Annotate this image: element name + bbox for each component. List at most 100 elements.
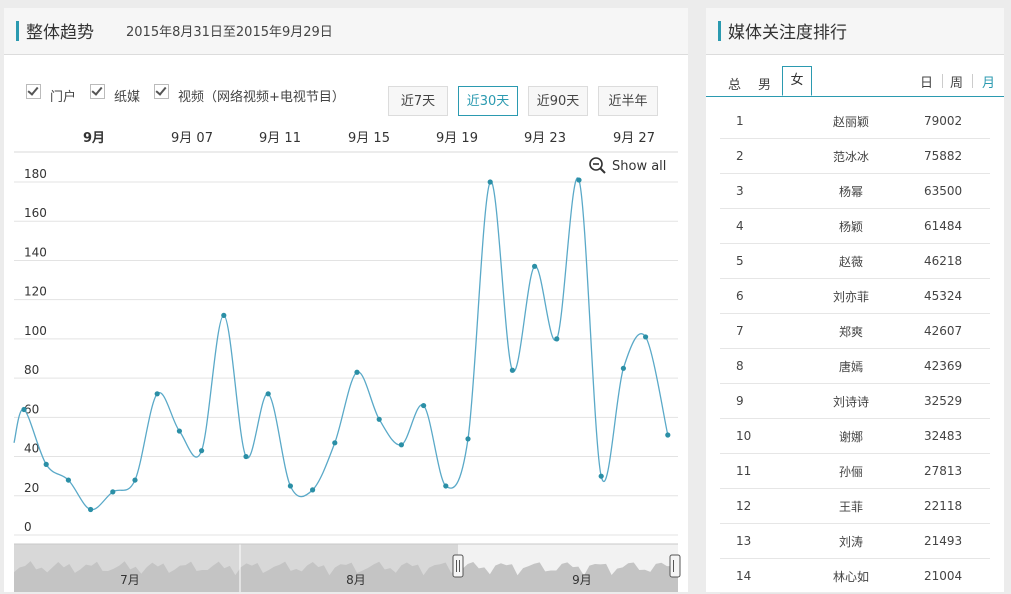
data-point <box>376 416 382 422</box>
data-point <box>310 487 316 493</box>
data-point <box>332 440 338 446</box>
table-row[interactable]: 7 郑爽 42607 <box>720 313 990 349</box>
data-point <box>132 477 138 483</box>
score-cell: 27813 <box>906 453 990 489</box>
y-tick-label: 120 <box>24 285 47 299</box>
ranking-panel: 媒体关注度排行 总 男 女 日 周 月 1 赵丽颖 79002 2 范冰冰 75882 … <box>706 8 1004 594</box>
table-row[interactable]: 3 杨幂 63500 <box>720 173 990 209</box>
score-cell: 63500 <box>906 173 990 209</box>
navigator-handle-left[interactable] <box>452 554 464 578</box>
tab-week[interactable]: 周 <box>950 72 963 91</box>
y-tick-label: 160 <box>24 206 47 220</box>
x-tick-label: 9月 11 <box>259 131 301 146</box>
series-layer <box>13 177 671 513</box>
data-point <box>421 402 427 409</box>
score-cell: 32529 <box>906 383 990 419</box>
data-point <box>576 177 582 183</box>
data-point <box>65 477 71 483</box>
rank-cell: 10 <box>720 418 796 454</box>
score-cell: 79002 <box>906 104 990 139</box>
table-row[interactable]: 1 赵丽颖 79002 <box>720 104 990 139</box>
table-row[interactable]: 11 孙俪 27813 <box>720 453 990 489</box>
rank-cell: 1 <box>720 104 796 139</box>
data-point <box>221 312 227 318</box>
ranking-table: 1 赵丽颖 79002 2 范冰冰 75882 3 杨幂 63500 4 杨颖 61484 5赵… <box>720 104 990 594</box>
data-point <box>265 391 271 397</box>
score-cell: 42607 <box>906 313 990 349</box>
data-point <box>465 436 471 442</box>
ranking-accent-bar <box>718 21 721 41</box>
rank-cell: 6 <box>720 278 796 314</box>
name-cell: 刘诗诗 <box>796 383 906 419</box>
table-row[interactable]: 5 赵薇 46218 <box>720 243 990 279</box>
table-row[interactable]: 10 谢娜 32483 <box>720 418 990 454</box>
table-row[interactable]: 6 刘亦菲 45324 <box>720 278 990 314</box>
name-cell: 杨幂 <box>796 173 906 209</box>
table-row[interactable]: 12 王菲 22118 <box>720 488 990 524</box>
show-all-button[interactable]: Show all <box>589 157 666 174</box>
table-row[interactable]: 2 范冰冰 75882 <box>720 138 990 174</box>
range-navigator[interactable]: 7月 8月 9月 <box>14 543 681 592</box>
x-tick-label: 9月 19 <box>436 131 478 146</box>
data-point <box>287 483 293 489</box>
name-cell: 林心如 <box>796 558 906 594</box>
data-point <box>554 336 560 342</box>
name-cell: 刘涛 <box>796 523 906 559</box>
navigator-handle-right[interactable] <box>669 554 681 578</box>
y-tick-label: 180 <box>24 167 47 181</box>
tab-month[interactable]: 月 <box>982 72 995 91</box>
name-cell: 赵丽颖 <box>796 104 906 139</box>
ranking-title: 媒体关注度排行 <box>728 23 847 43</box>
tab-male[interactable]: 男 <box>758 74 771 93</box>
rank-cell: 14 <box>720 558 796 594</box>
data-point <box>243 453 249 460</box>
x-tick-label: 9月 15 <box>348 131 390 146</box>
name-cell: 赵薇 <box>796 243 906 279</box>
data-point <box>532 263 538 269</box>
data-point <box>199 448 205 454</box>
x-tick-label: 9月 07 <box>171 131 213 146</box>
data-point <box>398 442 404 448</box>
show-all-label: Show all <box>612 159 666 174</box>
x-tick-label: 9月 23 <box>524 131 566 146</box>
series-line <box>13 177 669 511</box>
table-row[interactable]: 13 刘涛 21493 <box>720 523 990 559</box>
data-point <box>21 406 27 413</box>
table-row[interactable]: 8 唐嫣 42369 <box>720 348 990 384</box>
rank-cell: 3 <box>720 173 796 209</box>
period-divider <box>972 74 973 88</box>
y-tick-label: 140 <box>24 245 47 259</box>
score-cell: 21004 <box>906 558 990 594</box>
score-cell: 61484 <box>906 208 990 244</box>
name-cell: 王菲 <box>796 488 906 524</box>
data-point <box>43 461 49 467</box>
x-axis-top-labels: 9月 9月 07 9月 11 9月 15 9月 19 9月 23 9月 27 <box>83 131 655 146</box>
ranking-tabs: 总 男 女 日 周 月 <box>706 66 1004 97</box>
tab-female[interactable]: 女 <box>782 66 812 96</box>
data-point <box>154 391 160 397</box>
x-tick-label: 9月 27 <box>613 131 655 146</box>
trend-chart: 020406080100120140160180 9月 9月 07 9月 11 9月 … <box>13 131 681 592</box>
score-cell: 46218 <box>906 243 990 279</box>
name-cell: 范冰冰 <box>796 138 906 174</box>
table-row[interactable]: 4 杨颖 61484 <box>720 208 990 244</box>
name-cell: 郑爽 <box>796 313 906 349</box>
score-cell: 32483 <box>906 418 990 454</box>
rank-cell: 7 <box>720 313 796 349</box>
data-point <box>443 483 449 489</box>
navigator-label: 8月 <box>346 573 366 587</box>
table-row[interactable]: 9 刘诗诗 32529 <box>720 383 990 419</box>
y-tick-label: 20 <box>24 481 39 495</box>
data-point <box>88 506 94 513</box>
data-point <box>643 334 649 340</box>
rank-cell: 11 <box>720 453 796 489</box>
name-cell: 唐嫣 <box>796 348 906 384</box>
data-point <box>487 179 493 185</box>
zoom-out-icon <box>589 157 606 174</box>
score-cell: 75882 <box>906 138 990 174</box>
tab-day[interactable]: 日 <box>920 72 933 91</box>
data-point <box>598 473 604 479</box>
table-row[interactable]: 14 林心如 21004 <box>720 558 990 594</box>
data-point <box>620 365 627 371</box>
tab-all[interactable]: 总 <box>728 74 741 93</box>
